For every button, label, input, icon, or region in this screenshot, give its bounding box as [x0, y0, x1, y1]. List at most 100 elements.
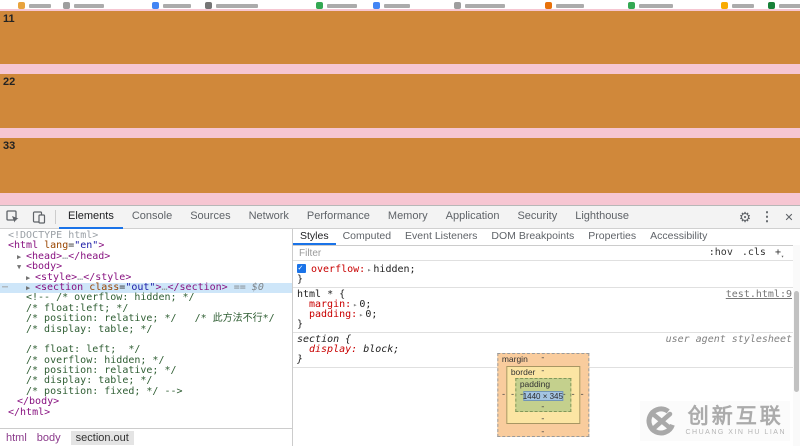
- elements-panel[interactable]: <!DOCTYPE html><html lang="en">▶<head>…<…: [0, 229, 293, 446]
- bookmark-item[interactable]: [454, 2, 505, 9]
- code-token: == $0: [228, 282, 264, 293]
- styles-scrollbar[interactable]: [793, 245, 800, 446]
- twisty-icon[interactable]: ▶: [17, 252, 26, 262]
- box-model-padding[interactable]: padding - - - 1440 × 345: [515, 378, 571, 412]
- styles-filter-input[interactable]: [299, 248, 709, 259]
- tree-line[interactable]: </html>: [0, 408, 292, 418]
- style-rule-html-star[interactable]: html * {test.html:9 margin:0; padding:0;…: [293, 288, 800, 333]
- bookmark-item[interactable]: [768, 2, 800, 9]
- css-property-name[interactable]: display:: [309, 344, 357, 355]
- code-token: <!DOCTYPE html>: [8, 230, 98, 241]
- bookmark-item[interactable]: [373, 2, 410, 9]
- tab-memory[interactable]: Memory: [379, 206, 437, 229]
- tab-console[interactable]: Console: [123, 206, 181, 229]
- code-token: <head>: [26, 251, 62, 262]
- bookmark-favicon-icon: [18, 2, 25, 9]
- code-token: </section>: [168, 282, 228, 293]
- code-token: <body>: [26, 261, 62, 272]
- bookmark-favicon-icon: [373, 2, 380, 9]
- border-right-value[interactable]: -: [570, 390, 575, 400]
- border-top-value[interactable]: -: [540, 366, 545, 376]
- tab-properties[interactable]: Properties: [581, 229, 643, 245]
- border-label: border: [511, 367, 536, 377]
- chuangxin-logo-icon: [644, 404, 678, 438]
- border-bottom-value[interactable]: -: [540, 414, 545, 424]
- css-property-name[interactable]: padding:: [309, 309, 357, 320]
- code-token: /* position: fixed; */ -->: [26, 386, 183, 397]
- css-property-name[interactable]: overflow:: [311, 264, 365, 275]
- tab-application[interactable]: Application: [437, 206, 509, 229]
- tab-styles[interactable]: Styles: [293, 229, 336, 245]
- bookmark-label: [384, 4, 410, 8]
- twisty-icon[interactable]: ▶: [26, 273, 35, 283]
- breadcrumb-html[interactable]: html: [6, 432, 27, 444]
- code-token: "en": [74, 240, 98, 251]
- more-options-icon[interactable]: [756, 206, 778, 228]
- margin-right-value[interactable]: -: [579, 390, 584, 400]
- twisty-icon[interactable]: ▼: [17, 262, 26, 272]
- margin-top-value[interactable]: -: [540, 353, 545, 363]
- class-toggle[interactable]: .cls: [742, 247, 766, 260]
- bookmark-label: [74, 4, 104, 8]
- tab-computed[interactable]: Computed: [336, 229, 398, 245]
- bookmark-item[interactable]: [545, 2, 584, 9]
- tab-sources[interactable]: Sources: [181, 206, 239, 229]
- scrollbar-thumb[interactable]: [794, 291, 799, 392]
- tree-line[interactable]: /* display: table; */: [0, 325, 292, 335]
- new-rule-button[interactable]: +: [775, 247, 784, 260]
- tab-elements[interactable]: Elements: [59, 206, 123, 229]
- settings-gear-icon[interactable]: [734, 206, 756, 228]
- style-rule-overflow[interactable]: overflow: hidden; }: [293, 261, 800, 288]
- content-dimensions: 1440 × 345: [523, 392, 563, 401]
- css-property-value[interactable]: 0;: [365, 309, 377, 320]
- bookmark-favicon-icon: [721, 2, 728, 9]
- code-token: </html>: [8, 407, 50, 418]
- bookmark-item[interactable]: [316, 2, 357, 9]
- property-checkbox[interactable]: [297, 264, 306, 273]
- padding-bottom-value[interactable]: -: [540, 402, 545, 412]
- css-property-value[interactable]: hidden;: [373, 264, 415, 275]
- bookmark-item[interactable]: [63, 2, 104, 9]
- toolbar-divider: [55, 210, 56, 224]
- tab-event-listeners[interactable]: Event Listeners: [398, 229, 484, 245]
- bookmark-label: [465, 4, 505, 8]
- rule-close-brace: }: [297, 274, 303, 285]
- block-label: 33: [0, 138, 800, 152]
- hover-state-toggle[interactable]: :hov: [709, 247, 733, 260]
- tab-network[interactable]: Network: [240, 206, 298, 229]
- bookmark-label: [29, 4, 51, 8]
- box-model-margin[interactable]: margin - - - - border - - - - padding: [497, 353, 589, 437]
- box-model-content[interactable]: 1440 × 345: [523, 391, 563, 401]
- close-devtools-icon[interactable]: [778, 206, 800, 228]
- devtools-tabs: ElementsConsoleSourcesNetworkPerformance…: [59, 206, 638, 229]
- code-token: </style>: [83, 272, 131, 283]
- more-actions-icon[interactable]: ⋯: [2, 283, 8, 293]
- bookmark-item[interactable]: [205, 2, 258, 9]
- bookmark-item[interactable]: [18, 2, 51, 9]
- box-model-border[interactable]: border - - - - padding - - - 1: [506, 366, 580, 424]
- styles-toggles: :hov .cls +: [709, 247, 784, 260]
- tab-lighthouse[interactable]: Lighthouse: [566, 206, 638, 229]
- bookmark-item[interactable]: [721, 2, 754, 9]
- tab-performance[interactable]: Performance: [298, 206, 379, 229]
- breadcrumb-body[interactable]: body: [37, 432, 61, 444]
- bookmark-item[interactable]: [152, 2, 191, 9]
- bookmark-item[interactable]: [628, 2, 673, 9]
- bookmark-label: [779, 4, 800, 8]
- bookmark-favicon-icon: [768, 2, 775, 9]
- device-toolbar-icon[interactable]: [26, 206, 52, 228]
- page-content: 11 22 33: [0, 9, 800, 205]
- box-model-diagram[interactable]: margin - - - - border - - - - padding: [497, 353, 589, 437]
- margin-bottom-value[interactable]: -: [540, 427, 545, 437]
- toolbar-right-controls: [734, 206, 800, 228]
- stylesheet-source-link[interactable]: test.html:9: [726, 290, 792, 300]
- bookmark-label: [732, 4, 754, 8]
- bookmarks-bar[interactable]: [0, 0, 800, 9]
- tab-dom-breakpoints[interactable]: DOM Breakpoints: [484, 229, 581, 245]
- tab-security[interactable]: Security: [508, 206, 566, 229]
- css-property-value[interactable]: block;: [363, 344, 399, 355]
- inspect-element-icon[interactable]: [0, 206, 26, 228]
- browser-window: 11 22 33 ElementsConsoleSourcesNetworkPe…: [0, 0, 800, 446]
- breadcrumb-section-out[interactable]: section.out: [71, 431, 134, 445]
- tab-accessibility[interactable]: Accessibility: [643, 229, 714, 245]
